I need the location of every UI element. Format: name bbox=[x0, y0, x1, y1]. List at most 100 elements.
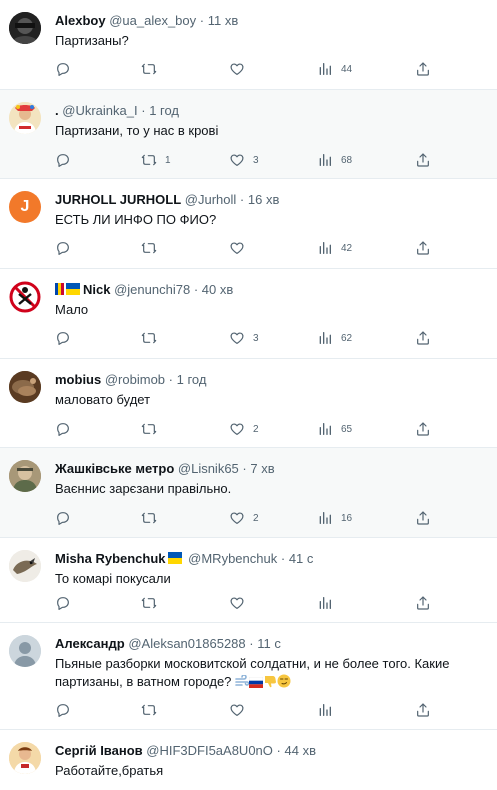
tweet-jurholl[interactable]: J JURHOLL JURHOLL @Jurholl · 16 хв ЕСТЬ … bbox=[0, 179, 497, 269]
avatar[interactable] bbox=[9, 635, 41, 667]
reply-button[interactable] bbox=[55, 595, 141, 611]
like-button[interactable] bbox=[229, 595, 317, 611]
like-button[interactable] bbox=[229, 240, 317, 256]
share-button[interactable] bbox=[415, 152, 431, 168]
timestamp[interactable]: 41 с bbox=[289, 551, 314, 566]
timestamp[interactable]: 40 хв bbox=[202, 282, 233, 297]
separator: · bbox=[242, 461, 247, 476]
reply-button[interactable] bbox=[55, 330, 141, 346]
reply-button[interactable] bbox=[55, 152, 141, 168]
share-icon bbox=[417, 422, 429, 436]
retweet-button[interactable] bbox=[141, 421, 229, 437]
author-handle[interactable]: @jenunchi78 bbox=[114, 282, 190, 297]
reply-button[interactable] bbox=[55, 61, 141, 77]
timestamp[interactable]: 11 с bbox=[257, 636, 281, 651]
views-button[interactable]: 68 bbox=[317, 152, 415, 168]
reply-button[interactable] bbox=[55, 702, 141, 718]
share-button[interactable] bbox=[415, 510, 431, 526]
avatar[interactable] bbox=[9, 742, 41, 774]
retweet-button[interactable] bbox=[141, 510, 229, 526]
like-button[interactable] bbox=[229, 702, 317, 718]
reply-button[interactable] bbox=[55, 421, 141, 437]
views-button[interactable]: 16 bbox=[317, 510, 415, 526]
avatar[interactable] bbox=[9, 281, 41, 313]
like-button[interactable] bbox=[229, 61, 317, 77]
share-button[interactable] bbox=[415, 595, 431, 611]
author-handle[interactable]: @Jurholl bbox=[185, 192, 237, 207]
author-name[interactable]: mobius bbox=[55, 372, 101, 387]
author-handle[interactable]: @ua_alex_boy bbox=[109, 13, 196, 28]
avatar[interactable] bbox=[9, 102, 41, 134]
author-name[interactable]: Жашківське метро bbox=[55, 461, 174, 476]
tweet-nick[interactable]: Nick @jenunchi78 · 40 хв Мало 3 62 bbox=[0, 269, 497, 359]
retweet-button[interactable] bbox=[141, 240, 229, 256]
views-button[interactable] bbox=[317, 702, 415, 718]
retweet-button[interactable]: 1 bbox=[141, 152, 229, 168]
author-name[interactable]: Misha Rybenchuk bbox=[55, 551, 166, 566]
author-name[interactable]: Александр bbox=[55, 636, 125, 651]
timestamp[interactable]: 1 год bbox=[149, 103, 179, 118]
reply-icon bbox=[57, 423, 69, 436]
retweet-button[interactable] bbox=[141, 61, 229, 77]
timestamp[interactable]: 7 хв bbox=[250, 461, 274, 476]
retweet-button[interactable] bbox=[141, 595, 229, 611]
tweet-mobius[interactable]: mobius @robimob · 1 год маловато будет 2… bbox=[0, 359, 497, 448]
author-name[interactable]: JURHOLL JURHOLL bbox=[55, 192, 181, 207]
author-handle[interactable]: @robimob bbox=[105, 372, 165, 387]
timestamp[interactable]: 44 хв bbox=[285, 743, 316, 758]
like-icon bbox=[230, 242, 244, 254]
share-button[interactable] bbox=[415, 240, 431, 256]
timestamp[interactable]: 16 хв bbox=[248, 192, 279, 207]
views-button[interactable]: 42 bbox=[317, 240, 415, 256]
timestamp[interactable]: 11 хв bbox=[208, 13, 239, 28]
separator: · bbox=[249, 636, 254, 651]
separator: · bbox=[193, 282, 199, 297]
author-name[interactable]: Nick bbox=[83, 282, 110, 297]
share-button[interactable] bbox=[415, 421, 431, 437]
views-button[interactable]: 65 bbox=[317, 421, 415, 437]
views-icon bbox=[319, 511, 331, 524]
author-handle[interactable]: @MRybenchuk bbox=[188, 551, 277, 566]
tweet-text: Партизани, то у нас в крові bbox=[55, 123, 219, 138]
author-name[interactable]: Alexboy bbox=[55, 13, 106, 28]
retweet-button[interactable] bbox=[141, 702, 229, 718]
reply-button[interactable] bbox=[55, 240, 141, 256]
author-name[interactable]: . bbox=[55, 103, 59, 118]
retweet-button[interactable] bbox=[141, 330, 229, 346]
tweet-lisnik[interactable]: Жашківське метро @Lisnik65 · 7 хв Ваєнни… bbox=[0, 448, 497, 538]
reply-button[interactable] bbox=[55, 510, 141, 526]
like-button[interactable]: 3 bbox=[229, 152, 317, 168]
like-icon bbox=[230, 597, 244, 609]
avatar[interactable] bbox=[9, 460, 41, 492]
tweet-mrybenchuk[interactable]: Misha Rybenchuk @MRybenchuk · 41 с То ко… bbox=[0, 538, 497, 623]
tweet-text: Ваєннис зарєзани правільно. bbox=[55, 481, 232, 496]
views-button[interactable] bbox=[317, 595, 415, 611]
tweet-alexboy[interactable]: Alexboy @ua_alex_boy · 11 хв Партизаны? … bbox=[0, 0, 497, 90]
tweet-aleksan[interactable]: Александр @Aleksan01865288 · 11 с Пьяные… bbox=[0, 623, 497, 730]
author-handle[interactable]: @HIF3DFI5aA8U0nO bbox=[146, 743, 273, 758]
views-button[interactable]: 62 bbox=[317, 330, 415, 346]
retweet-icon bbox=[141, 332, 157, 344]
avatar[interactable] bbox=[9, 550, 41, 582]
views-icon bbox=[319, 332, 331, 344]
author-handle[interactable]: @Lisnik65 bbox=[178, 461, 239, 476]
tweet-ivanov[interactable]: Сергій Іванов @HIF3DFI5aA8U0nO · 44 хв Р… bbox=[0, 730, 497, 790]
author-name[interactable]: Сергій Іванов bbox=[55, 743, 143, 758]
author-handle[interactable]: @Ukrainka_I bbox=[62, 103, 137, 118]
reply-icon bbox=[57, 597, 69, 610]
share-button[interactable] bbox=[415, 61, 431, 77]
avatar[interactable] bbox=[9, 371, 41, 403]
reply-icon bbox=[57, 332, 69, 345]
avatar[interactable] bbox=[9, 12, 41, 44]
author-handle[interactable]: @Aleksan01865288 bbox=[128, 636, 245, 651]
views-button[interactable]: 44 bbox=[317, 61, 415, 77]
like-button[interactable]: 2 bbox=[229, 421, 317, 437]
share-button[interactable] bbox=[415, 330, 431, 346]
share-button[interactable] bbox=[415, 702, 431, 718]
timestamp[interactable]: 1 год bbox=[177, 372, 207, 387]
avatar[interactable]: J bbox=[9, 191, 41, 223]
like-button[interactable]: 3 bbox=[229, 330, 317, 346]
smirk-face-icon bbox=[277, 674, 291, 688]
tweet-ukrainka[interactable]: . @Ukrainka_I · 1 год Партизани, то у на… bbox=[0, 90, 497, 179]
like-button[interactable]: 2 bbox=[229, 510, 317, 526]
